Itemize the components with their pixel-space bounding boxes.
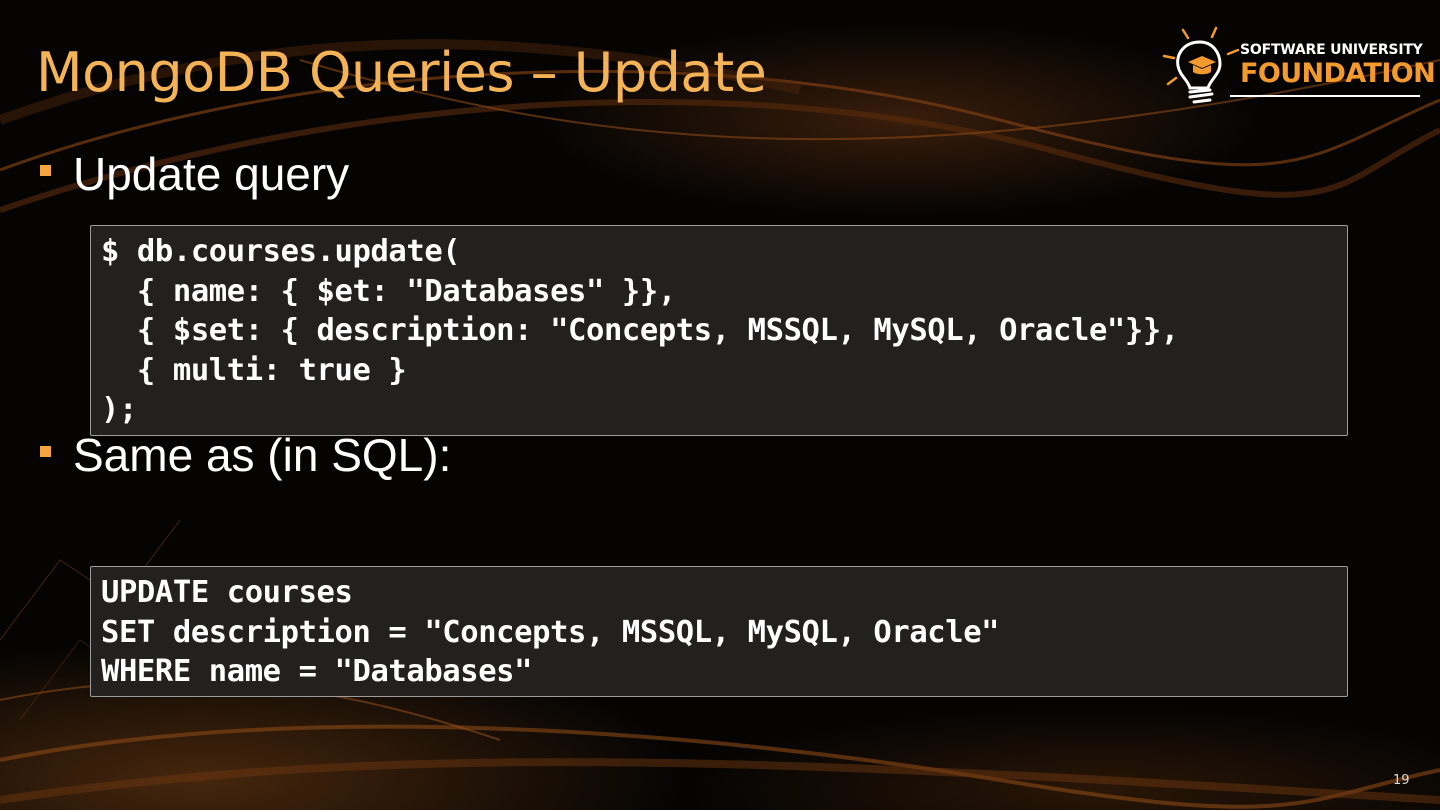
logo-underline — [1230, 95, 1420, 97]
code-line: $ db.courses.update( — [101, 234, 461, 269]
bullet-text: Update query — [73, 148, 350, 200]
code-line: ); — [101, 392, 137, 427]
logo-bottom-text: FOUNDATION — [1240, 58, 1436, 89]
mongo-code-block: $ db.courses.update( { name: { $et: "Dat… — [90, 225, 1348, 436]
presentation-slide: MongoDB Queries – Update SOFTWARE UNIVER… — [0, 0, 1440, 810]
code-line: UPDATE courses — [101, 575, 353, 610]
code-line: { name: { $et: "Databases" }}, — [101, 273, 676, 309]
code-line: { multi: true } — [101, 352, 407, 388]
square-bullet-icon — [40, 164, 51, 176]
code-line: SET description = "Concepts, MSSQL, MySQ… — [101, 614, 1000, 650]
slide-title: MongoDB Queries – Update — [36, 41, 767, 104]
logo-top-text: SOFTWARE UNIVERSITY — [1240, 42, 1423, 58]
code-line: { $set: { description: "Concepts, MSSQL,… — [101, 313, 1179, 348]
lightbulb-graduation-cap-icon — [1162, 26, 1240, 104]
bullet-same-as-sql: Same as (in SQL): — [40, 427, 451, 483]
bullet-update-query: Update query — [40, 146, 349, 202]
sql-code-block: UPDATE courses SET description = "Concep… — [90, 566, 1348, 697]
code-line: WHERE name = "Databases" — [101, 654, 533, 689]
square-bullet-icon — [40, 445, 51, 457]
bullet-text: Same as (in SQL): — [73, 429, 452, 481]
softuni-foundation-logo: SOFTWARE UNIVERSITY FOUNDATION — [1160, 24, 1436, 110]
page-number: 19 — [1393, 773, 1410, 788]
